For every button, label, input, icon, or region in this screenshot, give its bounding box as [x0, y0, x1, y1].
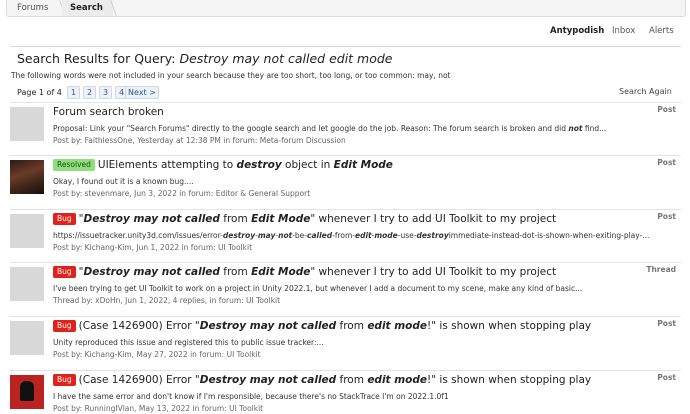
result-snippet: I've been trying to get UI Toolkit to wo… [53, 284, 583, 293]
result-title[interactable]: Resolved UIElements attempting to destroy… [53, 159, 393, 171]
page-title-query: Destroy may not called edit mode [179, 51, 393, 66]
page-of-label: Page 1 of 4 [17, 88, 62, 97]
page-title: Search Results for Query: Destroy may no… [17, 51, 393, 66]
result-title[interactable]: Bug "Destroy may not called from Edit Mod… [53, 266, 556, 278]
result-meta: Post by: Kichang-Kim, May 27, 2022 in fo… [53, 350, 261, 359]
prefix-badge: Bug [53, 266, 76, 278]
result-divider [10, 155, 681, 156]
avatar-figure [20, 381, 34, 401]
result-title[interactable]: Bug (Case 1426900) Error "Destroy may not… [53, 374, 591, 386]
result-snippet: Proposal: Link your "Search Forums" dire… [53, 124, 607, 133]
avatar[interactable] [10, 321, 44, 355]
result-meta: Post by: stevenmare, Jun 3, 2022 in foru… [53, 189, 311, 198]
excluded-words-notice: The following words were not included in… [11, 71, 451, 80]
result-title-text[interactable]: UIElements attempting to destroy object … [98, 159, 393, 171]
breadcrumb: Forums Search [6, 0, 686, 17]
result-snippet: Okay, I found out it is a known bug.... [53, 177, 194, 186]
result-type-label: Post [657, 105, 676, 114]
result-divider [10, 209, 681, 210]
breadcrumb-forums[interactable]: Forums [7, 0, 62, 16]
avatar[interactable] [10, 267, 44, 301]
prefix-badge: Bug [53, 213, 76, 225]
result-snippet: https://issuetracker.unity3d.com/issues/… [53, 231, 650, 240]
avatar[interactable] [10, 160, 44, 194]
result-title[interactable]: Bug "Destroy may not called from Edit Mod… [53, 213, 556, 225]
avatar[interactable] [10, 107, 44, 141]
result-type-label: Thread [646, 265, 676, 274]
next-page-link[interactable]: Next > [125, 86, 159, 99]
page-title-prefix: Search Results for Query: [17, 51, 180, 66]
result-title-text[interactable]: (Case 1426900) Error "Destroy may not ca… [79, 320, 591, 332]
result-title-text[interactable]: Forum search broken [53, 106, 164, 118]
inbox-link[interactable]: Inbox [612, 24, 635, 38]
result-divider [10, 102, 681, 103]
result-divider [10, 316, 681, 317]
result-meta: Post by: FaithlessOne, Yesterday at 12:3… [53, 136, 346, 145]
result-type-label: Post [657, 319, 676, 328]
search-again-link[interactable]: Search Again [619, 87, 672, 96]
result-divider [10, 370, 681, 371]
prefix-badge: Bug [53, 320, 76, 332]
result-type-label: Post [657, 158, 676, 167]
avatar[interactable] [10, 375, 44, 409]
prefix-badge: Resolved [53, 159, 95, 171]
title-divider [10, 46, 681, 47]
result-snippet: Unity reproduced this issue and register… [53, 338, 324, 347]
result-meta: Post by: Kichang-Kim, Jun 1, 2022 in for… [53, 243, 253, 252]
result-type-label: Post [657, 212, 676, 221]
breadcrumb-search[interactable]: Search [62, 0, 113, 16]
prefix-badge: Bug [53, 374, 76, 386]
username-link[interactable]: Antypodish [550, 24, 604, 38]
avatar[interactable] [10, 214, 44, 248]
result-title-text[interactable]: "Destroy may not called from Edit Mode" … [79, 266, 556, 278]
result-title[interactable]: Bug (Case 1426900) Error "Destroy may not… [53, 320, 591, 332]
result-title-text[interactable]: "Destroy may not called from Edit Mode" … [79, 213, 556, 225]
result-type-label: Post [657, 373, 676, 382]
result-title-text[interactable]: (Case 1426900) Error "Destroy may not ca… [79, 374, 591, 386]
result-meta: Post by: RunningIVlan, May 13, 2022 in f… [53, 404, 264, 413]
page-link-3[interactable]: 3 [99, 86, 112, 99]
page-link-2[interactable]: 2 [83, 86, 96, 99]
result-divider [10, 262, 681, 263]
result-snippet: I have the same error and don't know if … [53, 392, 449, 401]
result-title[interactable]: Forum search broken [53, 106, 164, 118]
result-meta: Thread by: xDoHn, Jun 1, 2022, 4 replies… [53, 296, 281, 305]
alerts-link[interactable]: Alerts [649, 24, 674, 38]
page-link-1[interactable]: 1 [67, 86, 80, 99]
